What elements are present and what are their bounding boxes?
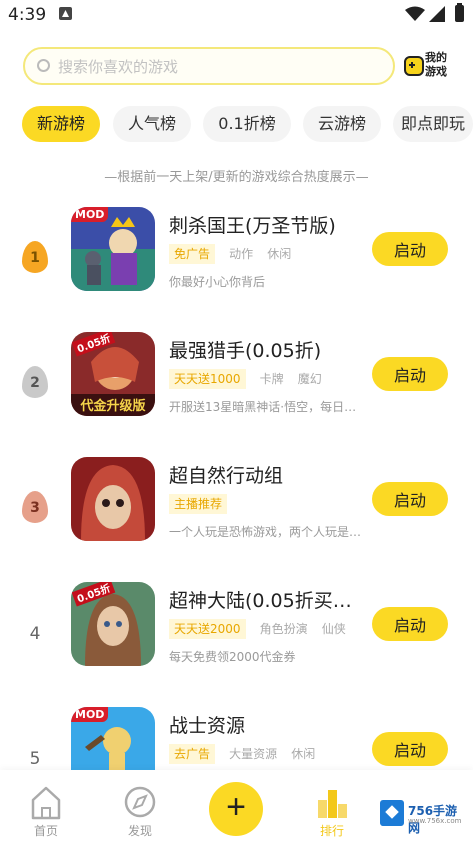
game-icon[interactable]: 0.05折 (71, 582, 155, 666)
tag-list: 天天送1000 卡牌 魔幻 (169, 369, 331, 389)
tab-popular[interactable]: 人气榜 (113, 106, 191, 142)
tag: 角色扮演 (259, 622, 308, 636)
status-bar: 4:39 (0, 0, 473, 34)
my-games-button[interactable]: 我的 游戏 (404, 50, 454, 82)
game-icon[interactable] (71, 457, 155, 541)
rank-number: 1 (30, 250, 40, 266)
rank-badge: 3 (18, 491, 52, 525)
ranking-subtitle: —根据前一天上架/更新的游戏综合热度展示— (104, 170, 369, 185)
game-description: 你最好小心你背后 (169, 275, 266, 289)
search-bar[interactable] (23, 47, 395, 85)
game-icon[interactable]: MOD (71, 707, 155, 770)
list-item[interactable]: 4 0.05折 超神大陆(0.05折买断版) 天天送2000 角色扮演 仙侠 每… (0, 582, 473, 682)
game-title: 刺杀国王(万圣节版) (169, 215, 336, 237)
nav-discover-label: 发现 (127, 824, 152, 838)
nav-ranking-label: 排行 (319, 824, 344, 838)
ranking-icon (318, 790, 347, 818)
tag: 休闲 (267, 247, 292, 261)
gamepad-icon (404, 56, 424, 76)
tag-list: 免广告 动作 休闲 (169, 244, 300, 264)
icon-banner-text: 代金升级版 (80, 399, 146, 414)
search-input[interactable] (58, 55, 378, 79)
tag: 仙侠 (321, 622, 346, 636)
game-title: 超神大陆(0.05折买断版) (169, 590, 359, 612)
status-time: 4:39 (8, 5, 47, 25)
tag-list: 去广告 大量资源 休闲 (169, 744, 324, 764)
game-description: 一个人玩是恐怖游戏，两个人玩是冒险游戏 (169, 525, 367, 539)
tag: 休闲 (291, 747, 316, 761)
plus-icon: + (226, 788, 246, 826)
tag: 主播推荐 (169, 494, 228, 514)
rank-number: 2 (30, 375, 40, 391)
rank-badge: 2 (18, 366, 52, 400)
watermark-cube-icon (380, 800, 404, 826)
tag: 动作 (229, 247, 254, 261)
add-button[interactable]: + (209, 782, 263, 836)
list-item[interactable]: 5 MOD 战士资源 去广告 大量资源 休闲 启动 (0, 707, 473, 770)
tag: 魔幻 (297, 372, 322, 386)
game-title: 战士资源 (169, 715, 246, 737)
nav-discover[interactable]: 发现 (114, 784, 166, 840)
tag: 大量资源 (229, 747, 278, 761)
nav-home[interactable]: 首页 (20, 784, 72, 840)
list-item[interactable]: 2 0.05折 代金升级版 最强猎手(0.05折) 天天送1000 卡牌 魔幻 … (0, 332, 473, 432)
game-title: 超自然行动组 (169, 465, 284, 487)
tag: 天天送2000 (169, 619, 246, 639)
rank-number: 3 (30, 500, 40, 516)
watermark-logo: 756手游网 www.756x.com (380, 800, 464, 835)
tab-new-games[interactable]: 新游榜 (22, 106, 100, 142)
tag-list: 主播推荐 (169, 494, 236, 514)
mod-badge: MOD (71, 207, 109, 222)
bottom-nav: 首页 发现 + 排行 756手游网 www.756x.com (0, 770, 473, 844)
rank-badge: 4 (18, 616, 52, 650)
nav-ranking[interactable]: 排行 (306, 784, 358, 840)
tab-cloud-games[interactable]: 云游榜 (303, 106, 381, 142)
rank-number: 5 (29, 749, 41, 769)
tag: 卡牌 (259, 372, 284, 386)
tab-instant-play[interactable]: 即点即玩 (393, 106, 473, 142)
battery-icon (455, 3, 464, 22)
search-icon (37, 59, 50, 72)
launch-button[interactable]: 启动 (372, 732, 448, 766)
launch-button[interactable]: 启动 (372, 482, 448, 516)
game-icon[interactable]: 0.05折 代金升级版 (71, 332, 155, 416)
launch-button[interactable]: 启动 (372, 607, 448, 641)
my-games-label-line2: 游戏 (425, 65, 447, 78)
rank-number: 4 (29, 624, 41, 644)
signal-icon (429, 6, 445, 22)
watermark-url: www.756x.com (408, 817, 462, 825)
wifi-icon (405, 6, 425, 21)
tag-list: 天天送2000 角色扮演 仙侠 (169, 619, 355, 639)
sim-card-icon (59, 7, 72, 20)
launch-button[interactable]: 启动 (372, 232, 448, 266)
mod-badge: MOD (71, 707, 109, 722)
list-item[interactable]: 3 超自然行动组 主播推荐 一个人玩是恐怖游戏，两个人玩是冒险游戏 启动 (0, 457, 473, 557)
tab-discount[interactable]: 0.1折榜 (203, 106, 291, 142)
launch-button[interactable]: 启动 (372, 357, 448, 391)
game-description: 开服送13星暗黑神话·悟空，每日送千充 (169, 400, 367, 414)
game-title: 最强猎手(0.05折) (169, 340, 322, 362)
tag: 天天送1000 (169, 369, 246, 389)
game-icon[interactable]: MOD (71, 207, 155, 291)
game-description: 每天免费领2000代金券 (169, 650, 296, 664)
rank-badge: 1 (18, 241, 52, 275)
tag: 去广告 (169, 744, 216, 764)
tag: 免广告 (169, 244, 216, 264)
list-item[interactable]: 1 MOD 刺杀国王(万圣节版) 免广告 动作 休闲 你最好小心你背后 启动 (0, 207, 473, 307)
nav-home-label: 首页 (33, 824, 58, 838)
my-games-label-line1: 我的 (425, 51, 447, 64)
home-icon (31, 786, 61, 820)
category-tabs: 新游榜 人气榜 0.1折榜 云游榜 即点即玩 (22, 106, 473, 142)
rank-badge: 5 (18, 741, 52, 770)
compass-icon (124, 786, 156, 818)
